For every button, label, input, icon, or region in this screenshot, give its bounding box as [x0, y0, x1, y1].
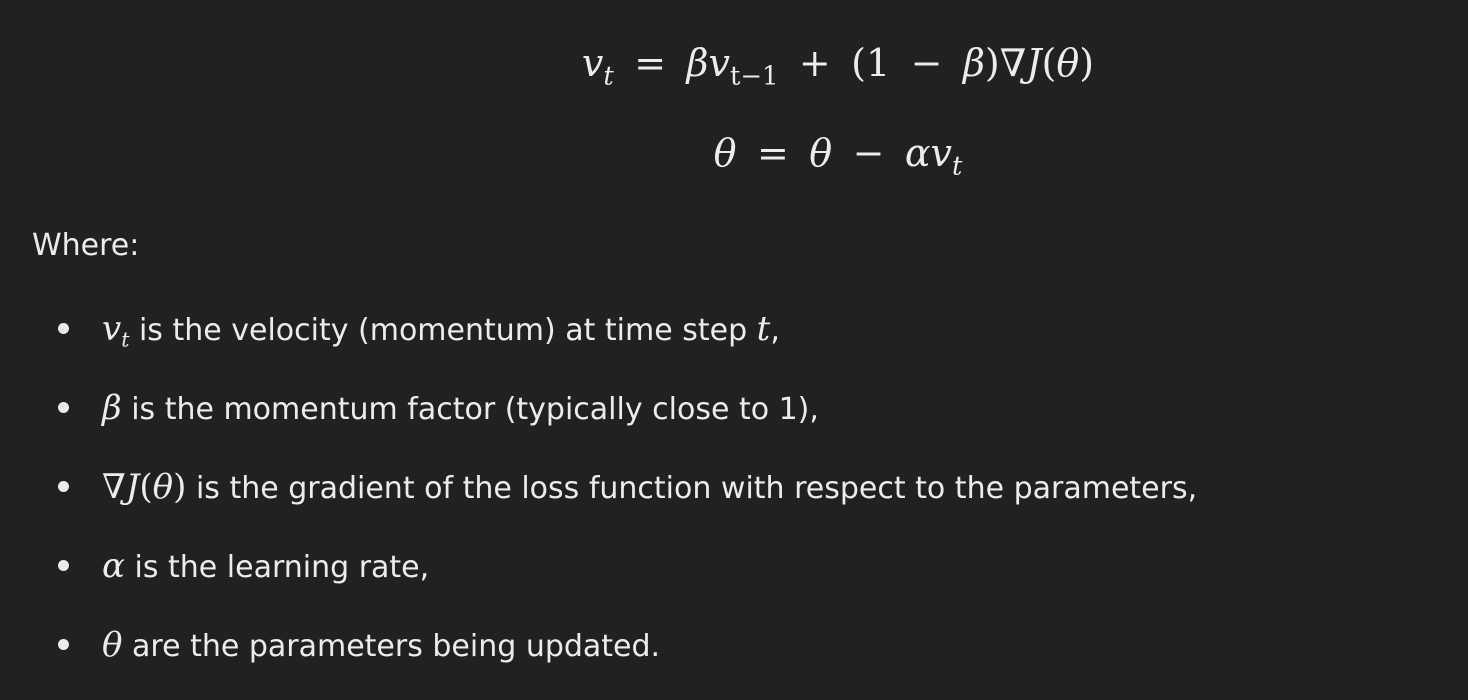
eq-theta-open: (: [1041, 41, 1057, 85]
eq-plus: +: [798, 41, 831, 85]
velocity-update-equation: vt = βvt−1 + (1 − β)∇J(θ): [0, 41, 1468, 89]
def-text: is the gradient of the loss function wit…: [186, 471, 1198, 506]
def-text: are the parameters being updated.: [122, 629, 661, 664]
def-text: is the velocity (momentum) at time step: [129, 313, 757, 348]
eq2-alpha: α: [904, 131, 931, 175]
bullet-icon: [58, 481, 69, 492]
bullet-icon: [58, 323, 69, 334]
list-item: α is the learning rate,: [0, 537, 1197, 616]
def-paren-open: (: [139, 467, 153, 507]
bullet-icon: [58, 639, 69, 650]
def-symbol: θ: [102, 625, 123, 665]
def-tail: ,: [770, 313, 780, 348]
bullet-icon: [58, 560, 69, 571]
where-label: Where:: [32, 228, 140, 263]
def-symbol: v: [102, 309, 122, 349]
eq2-equals: =: [756, 131, 789, 175]
eq2-v: v: [930, 131, 953, 175]
eq2-theta-rhs: θ: [809, 131, 833, 175]
eq-v-prev-sub: t−1: [729, 61, 779, 92]
def-tail-symbol: t: [756, 309, 771, 349]
list-item: ∇J(θ) is the gradient of the loss functi…: [0, 458, 1197, 537]
definitions-list: v t is the velocity (momentum) at time st…: [0, 300, 1197, 695]
eq-nabla: ∇: [999, 41, 1027, 85]
eq-J: J: [1026, 41, 1042, 85]
list-item: β is the momentum factor (typically clos…: [0, 379, 1197, 458]
eq-beta: β: [686, 41, 709, 85]
def-symbol: β: [102, 388, 122, 428]
parameter-update-equation: θ = θ − αvt: [0, 131, 1468, 179]
eq-minus: −: [910, 41, 943, 85]
def-nabla: ∇: [102, 467, 126, 507]
def-paren-close: ): [173, 467, 187, 507]
def-theta: θ: [152, 467, 174, 507]
eq-beta-2: β: [962, 41, 985, 85]
eq-equals: =: [634, 41, 667, 85]
bullet-icon: [58, 402, 69, 413]
list-item: v t is the velocity (momentum) at time st…: [0, 300, 1197, 379]
def-symbol: J: [125, 467, 140, 507]
eq-paren-close: ): [984, 41, 1000, 85]
eq-theta-close: ): [1079, 41, 1095, 85]
def-text: is the learning rate,: [124, 550, 430, 585]
def-symbol: α: [102, 546, 125, 586]
list-item: θ are the parameters being updated.: [0, 616, 1197, 695]
eq2-theta-lhs: θ: [713, 131, 737, 175]
eq2-minus: −: [852, 131, 885, 175]
eq-v: v: [581, 41, 604, 85]
eq-one-minus-open: (1: [851, 41, 891, 85]
eq-v-sub: t: [603, 61, 614, 92]
def-text: is the momentum factor (typically close …: [121, 392, 819, 427]
eq2-v-sub: t: [952, 151, 963, 182]
eq-theta: θ: [1056, 41, 1080, 85]
eq-v-prev: v: [708, 41, 730, 85]
